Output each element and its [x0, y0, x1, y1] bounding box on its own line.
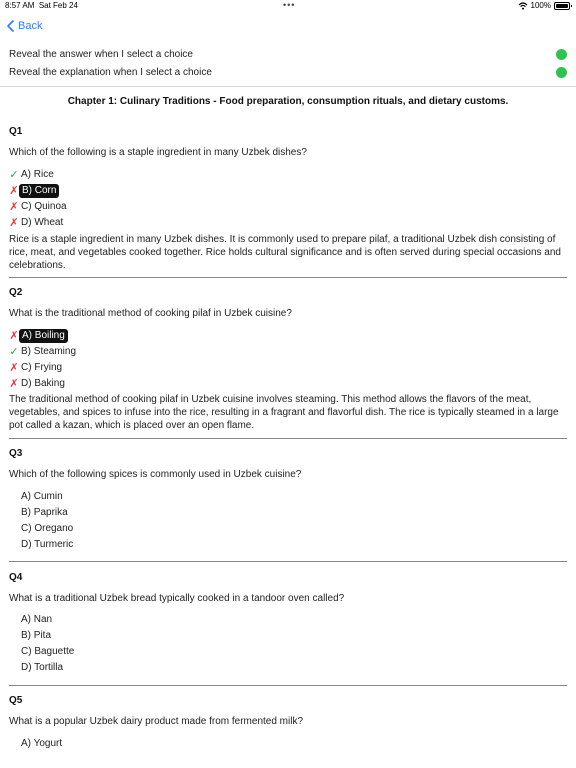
- choice-label[interactable]: B) Pita: [19, 629, 53, 643]
- reveal-explanation-label: Reveal the explanation when I select a c…: [9, 66, 212, 78]
- question-divider: [9, 561, 567, 562]
- check-icon: ✓: [9, 169, 19, 181]
- choice-label[interactable]: C) Quinoa: [19, 200, 69, 214]
- choice-label[interactable]: A) Nan: [19, 613, 54, 627]
- choice-label[interactable]: D) Turmeric: [19, 538, 75, 552]
- choice-row[interactable]: A) Nan: [9, 613, 54, 627]
- choice-label-selected[interactable]: B) Corn: [19, 184, 60, 198]
- back-label: Back: [18, 20, 43, 32]
- status-left: 8:57 AM Sat Feb 24: [5, 1, 78, 10]
- status-bar: 8:57 AM Sat Feb 24 ••• 100%: [0, 0, 576, 13]
- choice-row[interactable]: ✓ B) Steaming: [9, 345, 78, 359]
- chevron-left-icon: [7, 20, 14, 32]
- cross-icon: ✗: [9, 217, 19, 229]
- question-divider: [9, 277, 567, 278]
- cross-icon: ✗: [9, 201, 19, 213]
- question-number: Q1: [9, 126, 23, 137]
- choice-row[interactable]: C) Baguette: [9, 645, 76, 659]
- choice-label[interactable]: B) Paprika: [19, 506, 70, 520]
- choice-label[interactable]: C) Frying: [19, 361, 64, 375]
- question-text: Which of the following spices is commonl…: [9, 469, 302, 480]
- battery-icon: [554, 1, 572, 10]
- question-text: What is a traditional Uzbek bread typica…: [9, 593, 345, 604]
- choice-row[interactable]: ✗ D) Wheat: [9, 216, 65, 230]
- choice-row[interactable]: D) Turmeric: [9, 538, 75, 552]
- choice-row[interactable]: B) Paprika: [9, 506, 70, 520]
- chapter-title: Chapter 1: Culinary Traditions - Food pr…: [67, 96, 509, 107]
- status-time: 8:57 AM: [5, 1, 35, 10]
- choice-row[interactable]: A) Cumin: [9, 490, 65, 504]
- reveal-answer-row: Reveal the answer when I select a choice: [9, 46, 567, 62]
- choice-label[interactable]: A) Rice: [19, 168, 56, 182]
- question-text: Which of the following is a staple ingre…: [9, 147, 307, 158]
- choice-row[interactable]: A) Yogurt: [9, 737, 64, 751]
- back-button[interactable]: Back: [7, 18, 42, 34]
- choice-row[interactable]: C) Oregano: [9, 522, 75, 536]
- choice-label[interactable]: D) Wheat: [19, 216, 65, 230]
- choice-row[interactable]: B) Pita: [9, 629, 53, 643]
- choice-row[interactable]: ✗ B) Corn: [9, 184, 60, 198]
- choice-row[interactable]: ✗ D) Baking: [9, 377, 67, 391]
- choice-row[interactable]: ✗ A) Boiling: [9, 329, 68, 343]
- question-divider: [9, 438, 567, 439]
- settings-divider: [0, 86, 576, 87]
- cross-icon: ✗: [9, 362, 19, 374]
- cross-icon: ✗: [9, 330, 19, 342]
- cross-icon: ✗: [9, 185, 19, 197]
- multitasking-dots-icon[interactable]: •••: [283, 0, 295, 10]
- cross-icon: ✗: [9, 378, 19, 390]
- check-icon: ✓: [9, 346, 19, 358]
- question-number: Q4: [9, 572, 23, 583]
- choice-row[interactable]: ✗ C) Quinoa: [9, 200, 69, 214]
- choice-label[interactable]: A) Yogurt: [19, 737, 64, 751]
- question-number: Q3: [9, 448, 23, 459]
- explanation-text: The traditional method of cooking pilaf …: [9, 394, 559, 431]
- choice-label[interactable]: A) Cumin: [19, 490, 65, 504]
- question-text: What is a popular Uzbek dairy product ma…: [9, 716, 304, 727]
- choice-label[interactable]: B) Steaming: [19, 345, 78, 359]
- reveal-explanation-toggle[interactable]: [556, 66, 567, 78]
- choice-row[interactable]: ✗ C) Frying: [9, 361, 64, 375]
- battery-percent: 100%: [530, 1, 551, 10]
- reveal-answer-toggle[interactable]: [556, 48, 567, 60]
- reveal-answer-label: Reveal the answer when I select a choice: [9, 48, 193, 60]
- status-right: 100%: [518, 1, 572, 10]
- reveal-explanation-row: Reveal the explanation when I select a c…: [9, 64, 567, 80]
- explanation-text: Rice is a staple ingredient in many Uzbe…: [9, 234, 561, 271]
- choice-label[interactable]: D) Tortilla: [19, 661, 65, 675]
- choice-label[interactable]: C) Baguette: [19, 645, 76, 659]
- question-text: What is the traditional method of cookin…: [9, 308, 292, 319]
- choice-row[interactable]: D) Tortilla: [9, 661, 65, 675]
- choice-row[interactable]: ✓ A) Rice: [9, 168, 56, 182]
- choice-label[interactable]: D) Baking: [19, 377, 67, 391]
- question-number: Q5: [9, 695, 23, 706]
- status-date: Sat Feb 24: [38, 1, 78, 10]
- choice-label-selected[interactable]: A) Boiling: [19, 329, 68, 343]
- wifi-icon: [518, 1, 527, 10]
- choice-label[interactable]: C) Oregano: [19, 522, 75, 536]
- question-number: Q2: [9, 287, 23, 298]
- question-divider: [9, 685, 567, 686]
